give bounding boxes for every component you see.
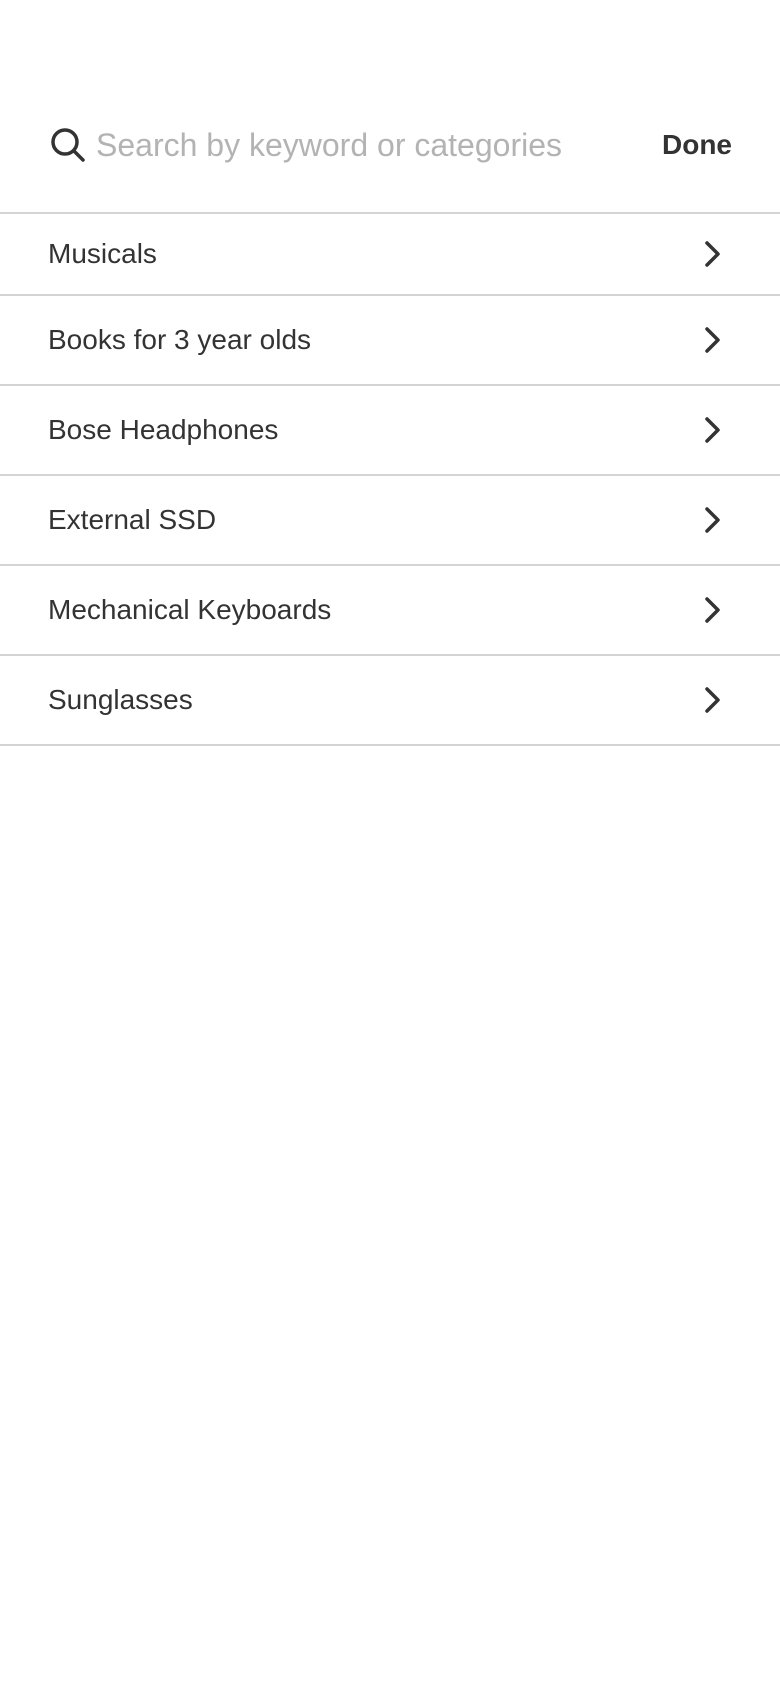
list-item[interactable]: Musicals <box>0 214 780 296</box>
list-item-label: Sunglasses <box>48 684 193 715</box>
chevron-right-icon <box>702 685 724 715</box>
list-item-label: Bose Headphones <box>48 414 279 445</box>
list-item-label: External SSD <box>48 504 217 535</box>
suggestion-list: Musicals Books for 3 year olds Bose Head… <box>0 214 780 746</box>
list-item[interactable]: Mechanical Keyboards <box>0 566 780 656</box>
list-item[interactable]: External SSD <box>0 476 780 566</box>
done-button[interactable]: Done <box>662 122 732 168</box>
list-item-label: Books for 3 year olds <box>48 324 312 355</box>
chevron-right-icon <box>702 505 724 535</box>
chevron-right-icon <box>702 595 724 625</box>
chevron-right-icon <box>702 415 724 445</box>
search-input[interactable] <box>96 118 616 172</box>
chevron-right-icon <box>702 239 724 269</box>
list-item-label: Musicals <box>48 238 157 269</box>
list-item[interactable]: Books for 3 year olds <box>0 296 780 386</box>
list-item[interactable]: Sunglasses <box>0 656 780 746</box>
chevron-right-icon <box>702 325 724 355</box>
search-icon <box>48 125 88 165</box>
search-bar: Done <box>0 0 780 214</box>
list-item[interactable]: Bose Headphones <box>0 386 780 476</box>
list-item-label: Mechanical Keyboards <box>48 594 332 625</box>
